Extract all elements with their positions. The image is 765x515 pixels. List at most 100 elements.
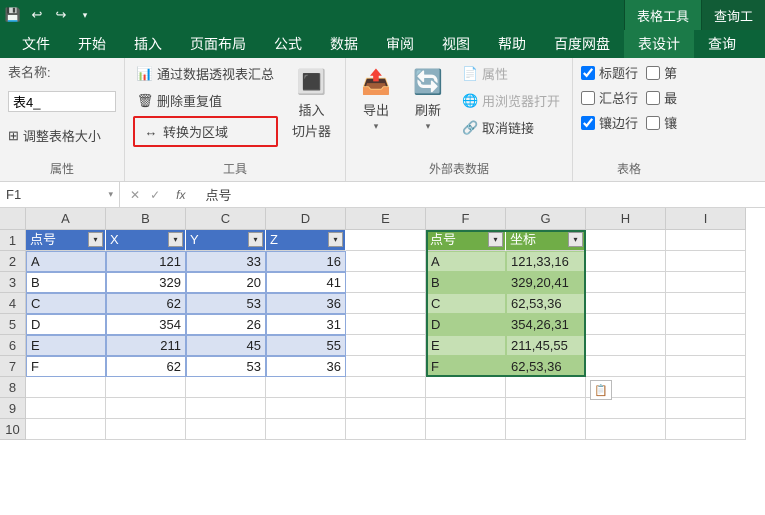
table1-cell[interactable]: 329 [106, 272, 186, 293]
table2-cell[interactable]: F [426, 356, 506, 377]
empty-cell[interactable] [586, 314, 666, 335]
table1-cell[interactable]: 41 [266, 272, 346, 293]
refresh-button[interactable]: 🔄 刷新 ▾ [406, 62, 450, 136]
empty-cell[interactable] [346, 419, 426, 440]
table1-header[interactable]: Y▾ [186, 230, 266, 251]
undo-icon[interactable]: ↩ [28, 6, 46, 24]
empty-cell[interactable] [106, 398, 186, 419]
filter-dropdown-icon[interactable]: ▾ [168, 232, 183, 247]
empty-cell[interactable] [666, 293, 746, 314]
summarize-pivot-button[interactable]: 📊 通过数据透视表汇总 [133, 62, 278, 85]
filter-dropdown-icon[interactable]: ▾ [88, 232, 103, 247]
tab-page-layout[interactable]: 页面布局 [176, 30, 260, 58]
formula-input[interactable]: 点号 [195, 185, 241, 204]
qat-customize-icon[interactable]: ▾ [76, 6, 94, 24]
row-header[interactable]: 10 [0, 419, 26, 440]
name-box[interactable]: F1 ▾ [0, 182, 120, 207]
empty-cell[interactable] [666, 314, 746, 335]
table1-cell[interactable]: 53 [186, 293, 266, 314]
tab-file[interactable]: 文件 [8, 30, 64, 58]
empty-cell[interactable] [586, 293, 666, 314]
table2-header[interactable]: 坐标▾ [506, 230, 586, 251]
resize-table-button[interactable]: ⊞ 调整表格大小 [8, 126, 101, 145]
table1-header[interactable]: 点号▾ [26, 230, 106, 251]
row-header[interactable]: 1 [0, 230, 26, 251]
table2-cell[interactable]: 121,33,16 [506, 251, 586, 272]
table1-cell[interactable]: 55 [266, 335, 346, 356]
row-header[interactable]: 9 [0, 398, 26, 419]
empty-cell[interactable] [346, 377, 426, 398]
tab-data[interactable]: 数据 [316, 30, 372, 58]
col-header[interactable]: H [586, 208, 666, 230]
table1-cell[interactable]: 62 [106, 293, 186, 314]
empty-cell[interactable] [426, 419, 506, 440]
empty-cell[interactable] [266, 398, 346, 419]
col-header[interactable]: F [426, 208, 506, 230]
table1-cell[interactable]: 36 [266, 356, 346, 377]
tab-home[interactable]: 开始 [64, 30, 120, 58]
table1-cell[interactable]: A [26, 251, 106, 272]
tab-formulas[interactable]: 公式 [260, 30, 316, 58]
tab-insert[interactable]: 插入 [120, 30, 176, 58]
empty-cell[interactable] [26, 377, 106, 398]
table1-cell[interactable]: B [26, 272, 106, 293]
row-header[interactable]: 7 [0, 356, 26, 377]
table1-header[interactable]: X▾ [106, 230, 186, 251]
table1-cell[interactable]: C [26, 293, 106, 314]
table1-cell[interactable]: 45 [186, 335, 266, 356]
col-header[interactable]: E [346, 208, 426, 230]
table1-cell[interactable]: 62 [106, 356, 186, 377]
table2-cell[interactable]: E [426, 335, 506, 356]
empty-cell[interactable] [186, 398, 266, 419]
table2-cell[interactable]: 354,26,31 [506, 314, 586, 335]
tab-query[interactable]: 查询 [694, 30, 750, 58]
contextual-tab-query-tools[interactable]: 查询工 [701, 0, 765, 30]
row-header[interactable]: 2 [0, 251, 26, 272]
empty-cell[interactable] [506, 377, 586, 398]
col-header[interactable]: A [26, 208, 106, 230]
table1-cell[interactable]: 26 [186, 314, 266, 335]
table1-cell[interactable]: 20 [186, 272, 266, 293]
filter-dropdown-icon[interactable]: ▾ [488, 232, 503, 247]
empty-cell[interactable] [666, 272, 746, 293]
table2-cell[interactable]: 329,20,41 [506, 272, 586, 293]
empty-cell[interactable] [26, 398, 106, 419]
empty-cell[interactable] [586, 272, 666, 293]
remove-duplicates-button[interactable]: 🗑 删除重复值 [133, 89, 278, 112]
table1-cell[interactable]: 121 [106, 251, 186, 272]
empty-cell[interactable] [666, 335, 746, 356]
col-header[interactable]: D [266, 208, 346, 230]
table-name-input[interactable] [8, 91, 116, 112]
cancel-formula-icon[interactable]: ✕ [130, 188, 140, 202]
table2-cell[interactable]: 211,45,55 [506, 335, 586, 356]
filter-dropdown-icon[interactable]: ▾ [248, 232, 263, 247]
row-header[interactable]: 4 [0, 293, 26, 314]
empty-cell[interactable] [346, 230, 426, 251]
empty-cell[interactable] [266, 419, 346, 440]
contextual-tab-table-tools[interactable]: 表格工具 [624, 0, 701, 30]
unlink-button[interactable]: 🔗 取消链接 [458, 116, 564, 139]
save-icon[interactable]: 💾 [4, 6, 22, 24]
table1-cell[interactable]: 211 [106, 335, 186, 356]
table2-cell[interactable]: 62,53,36 [506, 356, 586, 377]
empty-cell[interactable] [586, 356, 666, 377]
table1-cell[interactable]: 53 [186, 356, 266, 377]
row-header[interactable]: 5 [0, 314, 26, 335]
empty-cell[interactable] [426, 377, 506, 398]
table1-cell[interactable]: 36 [266, 293, 346, 314]
empty-cell[interactable] [586, 251, 666, 272]
table2-cell[interactable]: 62,53,36 [506, 293, 586, 314]
banded-col-checkbox[interactable]: 镶 [646, 112, 677, 133]
table2-cell[interactable]: C [426, 293, 506, 314]
empty-cell[interactable] [506, 419, 586, 440]
table2-header[interactable]: 点号▾ [426, 230, 506, 251]
empty-cell[interactable] [586, 230, 666, 251]
row-header[interactable]: 3 [0, 272, 26, 293]
table2-cell[interactable]: A [426, 251, 506, 272]
table1-cell[interactable]: E [26, 335, 106, 356]
empty-cell[interactable] [346, 251, 426, 272]
empty-cell[interactable] [266, 377, 346, 398]
select-all-corner[interactable] [0, 208, 26, 230]
empty-cell[interactable] [586, 398, 666, 419]
empty-cell[interactable] [426, 398, 506, 419]
